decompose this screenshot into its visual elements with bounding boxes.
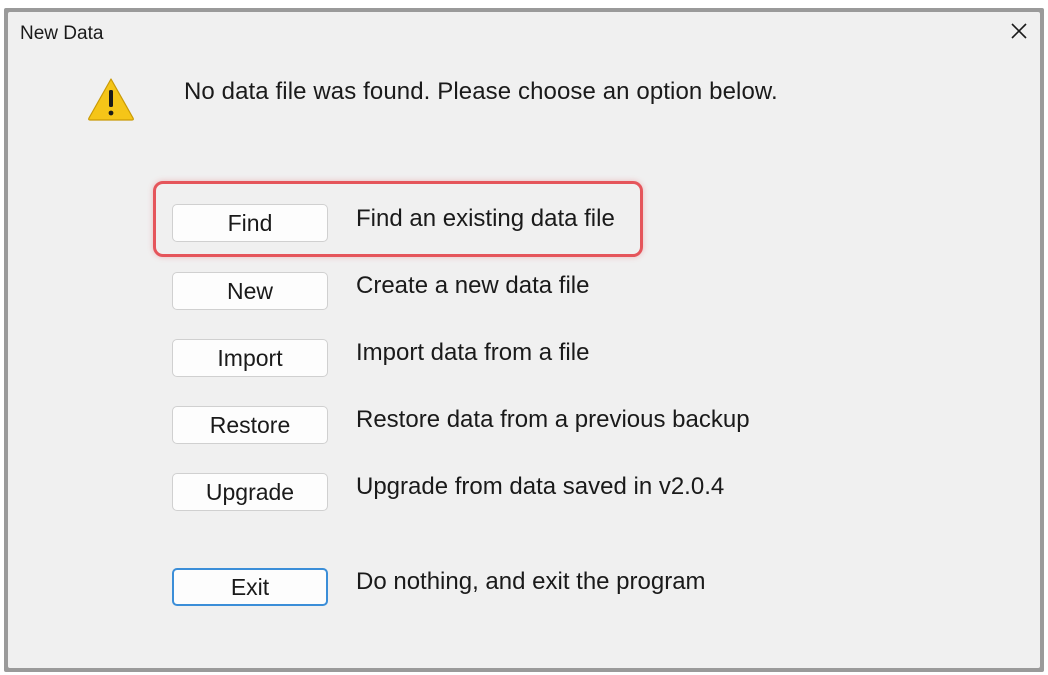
close-icon [1011,23,1027,39]
find-button[interactable]: Find [172,204,328,242]
find-description: Find an existing data file [356,205,615,232]
import-description: Import data from a file [356,339,590,366]
new-description: Create a new data file [356,272,590,299]
close-button[interactable] [1002,14,1036,48]
window-title: New Data [20,23,104,44]
exit-description: Do nothing, and exit the program [356,568,706,595]
restore-description: Restore data from a previous backup [356,406,750,433]
restore-button[interactable]: Restore [172,406,328,444]
upgrade-button[interactable]: Upgrade [172,473,328,511]
new-button[interactable]: New [172,272,328,310]
new-data-dialog: New Data No data file was found. Please … [8,12,1040,668]
exit-button[interactable]: Exit [172,568,328,606]
dialog-message: No data file was found. Please choose an… [184,78,778,105]
warning-icon [88,78,134,121]
import-button[interactable]: Import [172,339,328,377]
upgrade-description: Upgrade from data saved in v2.0.4 [356,473,725,500]
